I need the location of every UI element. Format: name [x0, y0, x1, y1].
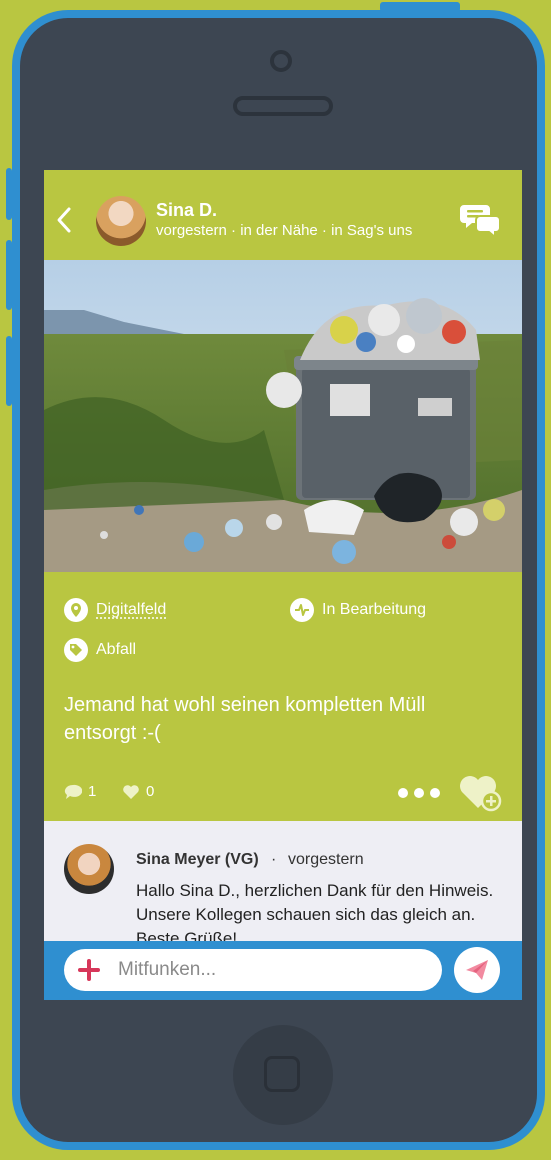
heart-icon — [123, 784, 139, 799]
post-header: Sina D. vorgestern · in der Nähe · in Sa… — [44, 170, 522, 260]
category-tag: Abfall — [64, 638, 136, 662]
back-arrow-icon[interactable] — [56, 206, 72, 234]
tag-icon — [64, 638, 88, 662]
send-paper-plane-icon — [466, 960, 488, 980]
app-screen: Sina D. vorgestern · in der Nähe · in Sa… — [44, 170, 522, 1000]
activity-pulse-icon — [290, 598, 314, 622]
compose-bar — [44, 941, 522, 1000]
location-pin-icon — [64, 598, 88, 622]
more-options-icon[interactable] — [398, 788, 440, 798]
district-tag[interactable]: Digitalfeld — [64, 598, 166, 622]
message-input[interactable] — [116, 958, 420, 982]
volume-down-button — [6, 336, 12, 406]
comment-count-value: 1 — [88, 783, 97, 800]
mute-switch — [6, 168, 12, 220]
plus-icon[interactable] — [78, 959, 100, 981]
volume-up-button — [6, 240, 12, 310]
chat-bubbles-icon[interactable] — [460, 202, 502, 238]
status-label: In Bearbeitung — [322, 601, 427, 618]
earpiece-speaker — [233, 96, 333, 116]
author-avatar[interactable] — [96, 196, 146, 246]
commenter-avatar[interactable] — [64, 844, 114, 894]
district-label: Digitalfeld — [96, 601, 167, 618]
comments-section: Sina Meyer (VG) · vorgestern Hallo Sina … — [44, 821, 522, 941]
power-button — [380, 2, 460, 12]
post-meta: vorgestern · in der Nähe · in Sag's uns — [156, 222, 413, 239]
comment-time: vorgestern — [288, 851, 364, 868]
home-button-icon — [264, 1056, 300, 1092]
send-button[interactable] — [454, 947, 500, 993]
compose-field — [64, 949, 442, 991]
status-tag: In Bearbeitung — [290, 598, 426, 622]
post-photo[interactable] — [44, 260, 522, 572]
like-count-value: 0 — [146, 783, 155, 800]
like-count[interactable]: 0 — [122, 783, 154, 800]
like-add-icon[interactable] — [458, 772, 502, 812]
category-label: Abfall — [96, 641, 137, 658]
author-name[interactable]: Sina D. — [156, 200, 217, 221]
comment-bubble-icon — [65, 784, 82, 799]
comment-text: Hallo Sina D., herzlichen Dank für den H… — [136, 881, 494, 941]
comment-separator: · — [271, 851, 277, 868]
front-camera — [270, 50, 292, 72]
post-text: Jemand hat wohl seinen kompletten Müll e… — [64, 694, 426, 744]
comment-author[interactable]: Sina Meyer (VG) — [136, 851, 259, 869]
comment-count[interactable]: 1 — [64, 783, 96, 800]
